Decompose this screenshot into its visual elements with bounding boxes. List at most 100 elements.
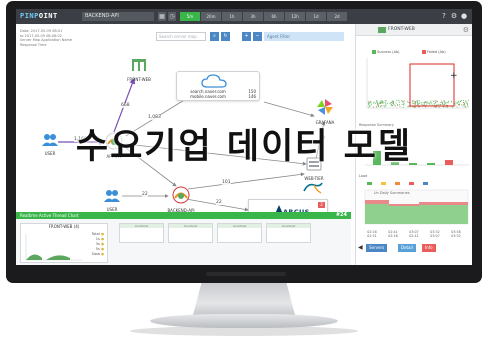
agent-mini-card[interactable]: localhost	[119, 223, 164, 243]
edge-label: 668	[121, 103, 130, 108]
scatter-point	[369, 101, 371, 103]
scatter-point	[444, 103, 446, 105]
edge-label: 101	[222, 180, 231, 185]
panel-button-row: ◀ Servers Detail Info	[356, 244, 472, 265]
logo-prefix: PINP	[20, 12, 39, 20]
realtime-panel: FRONT-WEB (4) Total ● 1s ● 3s ● 5s ● Slo…	[16, 219, 351, 265]
front-web-node[interactable]: FRONT-WEB	[124, 57, 154, 82]
agent-chart-card[interactable]: FRONT-WEB (4) Total ● 1s ● 3s ● 5s ● Slo…	[20, 223, 108, 263]
calendar-icon[interactable]: ▦	[158, 12, 166, 21]
scatter-point	[462, 105, 464, 107]
scatter-point	[381, 100, 383, 101]
scatter-point	[413, 100, 414, 102]
user-icon[interactable]: ●	[460, 12, 468, 20]
monitor-stand-neck	[192, 283, 296, 317]
scatter-point	[429, 103, 431, 105]
application-select[interactable]: BACKEND-API	[82, 12, 154, 21]
period-3h[interactable]: 3h	[243, 12, 263, 21]
period-6h[interactable]: 6h	[264, 12, 284, 21]
load-chart-title: Un Daily Summaries	[374, 191, 410, 195]
scatter-point	[456, 102, 458, 104]
scatter-point	[433, 101, 435, 102]
scatter-point	[431, 102, 432, 104]
scatter-point	[392, 105, 393, 106]
servers-button[interactable]: Servers	[366, 244, 388, 252]
tab-application[interactable]: FRONT-WEB	[388, 27, 415, 32]
scatter-point	[369, 105, 371, 107]
period-12h[interactable]: 12h	[285, 12, 305, 21]
clock-icon[interactable]: ◷	[168, 12, 176, 21]
realtime-header[interactable]: Realtime Active Thread Chart #24	[16, 212, 351, 219]
external-url-node[interactable]: search.naver.com mobile.naver.com 150 14…	[176, 71, 260, 101]
scatter-point	[393, 101, 394, 102]
scatter-point	[436, 104, 438, 106]
backend-api-node[interactable]: BACKEND-API	[164, 186, 198, 213]
scatter-point	[385, 103, 387, 105]
mini-card-label: localhost	[281, 224, 296, 228]
agent-mini-card[interactable]: localhost	[168, 223, 213, 243]
scatter-point	[368, 106, 370, 108]
scatter-point	[399, 104, 400, 106]
scatter-point	[442, 104, 444, 106]
time-label: 03:32 03:07	[425, 230, 445, 238]
scatter-point	[461, 104, 462, 106]
pinpoint-logo[interactable]: PINPOINT	[20, 12, 58, 20]
scatter-point	[459, 100, 461, 102]
scatter-point	[382, 102, 383, 103]
scatter-point	[406, 101, 408, 103]
scatter-point	[423, 104, 425, 106]
user-node-bottom[interactable]: USER	[100, 188, 124, 212]
period-1h[interactable]: 1h	[222, 12, 242, 21]
scatter-point	[402, 106, 404, 108]
scatter-point	[458, 100, 459, 102]
scatter-point	[426, 100, 428, 102]
scatter-point	[429, 102, 430, 104]
scatter-point	[446, 102, 448, 103]
scatter-point	[464, 103, 465, 104]
period-5m[interactable]: 5m	[180, 12, 200, 21]
detail-button[interactable]: Detail	[398, 244, 416, 252]
scatter-point	[467, 105, 469, 107]
info-button[interactable]: Info	[422, 244, 436, 252]
scatter-point	[383, 106, 385, 108]
stage: PINPOINT BACKEND-API ▦ ◷ 5m 20m 1h 3h 6h…	[0, 0, 488, 340]
scatter-point	[418, 104, 419, 106]
scatter-point	[397, 104, 398, 106]
scatter-point	[445, 102, 447, 104]
period-1d[interactable]: 1d	[306, 12, 326, 21]
scatter-point	[452, 106, 453, 108]
collapse-arrow-icon[interactable]: ◀	[358, 244, 363, 251]
scatter-point	[422, 102, 424, 104]
scatter-chart[interactable]: +	[359, 56, 471, 114]
agent-mini-card[interactable]: localhost	[217, 223, 262, 243]
legend-success-label: Success (Ab)	[377, 50, 400, 54]
drag-selection-box[interactable]	[409, 63, 455, 107]
scatter-point	[381, 102, 382, 104]
edge-cloud-to-pin[interactable]	[263, 101, 315, 118]
period-20m[interactable]: 20m	[201, 12, 221, 21]
scatter-point	[378, 106, 379, 107]
help-icon[interactable]: ?	[440, 12, 448, 20]
scatter-point	[395, 105, 396, 107]
scatter-point	[384, 101, 386, 103]
agent-mini-card[interactable]: localhost	[266, 223, 311, 243]
settings-icon[interactable]: ⚙	[450, 12, 458, 20]
scatter-point	[438, 103, 440, 105]
edge-backend-to-mid[interactable]	[187, 172, 305, 190]
gear-icon[interactable]: ⚙	[463, 26, 469, 34]
scatter-point	[398, 101, 400, 103]
server-icon	[378, 27, 386, 33]
scatter-point	[378, 103, 380, 105]
scatter-point	[416, 100, 418, 102]
period-2d[interactable]: 2d	[327, 12, 347, 21]
pinwheel-icon	[317, 99, 333, 115]
scatter-point	[368, 104, 370, 106]
scatter-point	[380, 106, 381, 108]
scatter-point	[401, 103, 403, 105]
scatter-point	[435, 102, 437, 104]
scatter-point	[380, 100, 382, 102]
scatter-point	[386, 102, 388, 104]
scatter-point	[403, 104, 405, 106]
scatter-point	[456, 103, 458, 105]
scatter-point	[370, 101, 372, 103]
